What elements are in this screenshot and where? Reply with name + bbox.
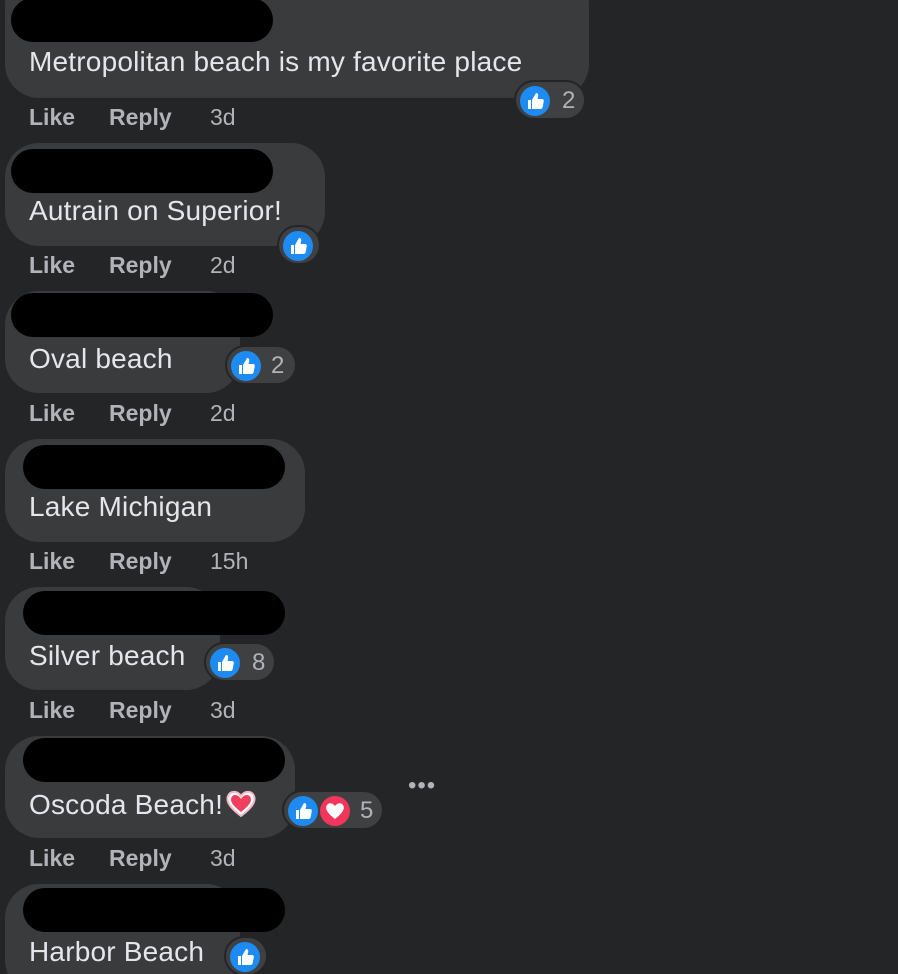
redacted-author-name bbox=[11, 0, 273, 42]
redacted-author-name bbox=[11, 293, 273, 337]
comment-bubble[interactable]: Lake Michigan bbox=[5, 439, 305, 542]
reaction-summary[interactable] bbox=[224, 936, 268, 974]
comment-bubble[interactable]: Oscoda Beach! bbox=[5, 736, 295, 838]
reaction-count: 2 bbox=[562, 87, 576, 114]
comment-bubble[interactable]: Metropolitan beach is my favorite place bbox=[5, 0, 589, 98]
comment-text: Oval beach bbox=[29, 343, 173, 374]
heart-emoji-icon bbox=[225, 788, 257, 825]
comment-text: Autrain on Superior! bbox=[29, 195, 283, 226]
like-button[interactable]: Like bbox=[29, 250, 75, 280]
comment-text: Lake Michigan bbox=[29, 491, 213, 522]
like-reaction-icon bbox=[286, 794, 320, 828]
comment-text: Harbor Beach bbox=[29, 936, 205, 967]
comment-text: Oscoda Beach! bbox=[29, 788, 257, 825]
comment-bubble[interactable]: Oval beach bbox=[5, 291, 273, 393]
like-reaction-icon bbox=[228, 940, 262, 974]
comment-text: Silver beach bbox=[29, 640, 186, 671]
redacted-author-name bbox=[23, 445, 285, 489]
like-button[interactable]: Like bbox=[29, 843, 75, 873]
redacted-author-name bbox=[23, 888, 285, 932]
reaction-count: 2 bbox=[271, 352, 285, 379]
comment-text: Metropolitan beach is my favorite place bbox=[29, 46, 523, 77]
reply-button[interactable]: Reply bbox=[109, 250, 172, 280]
comment-timestamp[interactable]: 3d bbox=[210, 102, 236, 132]
reply-button[interactable]: Reply bbox=[109, 843, 172, 873]
comment-timestamp[interactable]: 3d bbox=[210, 843, 236, 873]
reply-button[interactable]: Reply bbox=[109, 102, 172, 132]
comment-timestamp[interactable]: 15h bbox=[210, 546, 248, 576]
reaction-summary[interactable]: 5 bbox=[282, 790, 384, 830]
like-reaction-icon bbox=[208, 646, 242, 680]
like-button[interactable]: Like bbox=[29, 546, 75, 576]
like-button[interactable]: Like bbox=[29, 398, 75, 428]
reaction-summary[interactable]: 8 bbox=[204, 642, 276, 682]
like-button[interactable]: Like bbox=[29, 102, 75, 132]
reaction-summary[interactable]: 2 bbox=[225, 345, 297, 385]
reply-button[interactable]: Reply bbox=[109, 695, 172, 725]
reply-button[interactable]: Reply bbox=[109, 398, 172, 428]
redacted-author-name bbox=[11, 149, 273, 193]
comment-bubble[interactable]: Silver beach bbox=[5, 587, 285, 690]
reaction-summary[interactable]: 2 bbox=[514, 80, 586, 120]
like-reaction-icon bbox=[229, 349, 263, 383]
comments-feed: Metropolitan beach is my favorite place … bbox=[0, 0, 898, 974]
comment-bubble[interactable]: Autrain on Superior! bbox=[5, 143, 325, 246]
comment-timestamp[interactable]: 3d bbox=[210, 695, 236, 725]
reaction-count: 8 bbox=[252, 649, 266, 676]
reaction-count: 5 bbox=[360, 797, 374, 824]
more-options-icon[interactable]: ••• bbox=[408, 774, 436, 798]
redacted-author-name bbox=[23, 591, 285, 635]
like-reaction-icon bbox=[518, 84, 552, 118]
comment-bubble[interactable]: Harbor Beach bbox=[5, 884, 285, 974]
comment-timestamp[interactable]: 2d bbox=[210, 250, 236, 280]
comment-timestamp[interactable]: 2d bbox=[210, 398, 236, 428]
like-button[interactable]: Like bbox=[29, 695, 75, 725]
reply-button[interactable]: Reply bbox=[109, 546, 172, 576]
redacted-author-name bbox=[23, 738, 285, 782]
love-reaction-icon bbox=[318, 794, 352, 828]
